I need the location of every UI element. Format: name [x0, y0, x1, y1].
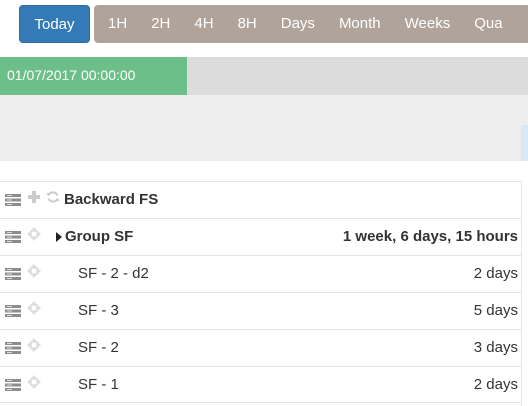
zoom-quarter-button[interactable]: Qua	[462, 5, 514, 43]
caret-right-icon[interactable]	[56, 232, 62, 242]
move-icon[interactable]	[27, 301, 41, 315]
task-name: SF - 3	[78, 302, 119, 319]
move-icon[interactable]	[27, 227, 41, 241]
task-name: SF - 1	[78, 376, 119, 393]
task-row[interactable]: SF - 2 - d2 2 days	[0, 255, 521, 292]
task-name: Group SF	[65, 228, 134, 245]
task-name: Backward FS	[64, 191, 159, 208]
task-row[interactable]: SF - 2 3 days	[0, 329, 521, 366]
zoom-1h-button[interactable]: 1H	[94, 5, 139, 43]
task-name: SF - 2 - d2	[78, 265, 149, 282]
move-icon[interactable]	[27, 375, 41, 389]
current-date-badge: 01/07/2017 00:00:00	[0, 57, 187, 95]
timeline-bar: 01/07/2017 00:00:00	[0, 57, 528, 95]
toolbar: Today 1H 2H 4H 8H Days Month Weeks Qua	[0, 0, 528, 50]
grid-header	[0, 95, 528, 161]
sync-icon[interactable]	[46, 190, 60, 204]
zoom-4h-button[interactable]: 4H	[182, 5, 225, 43]
task-duration: 2 days	[473, 265, 518, 282]
plus-icon[interactable]	[27, 190, 41, 204]
task-duration: 2 days	[473, 376, 518, 393]
zoom-days-button[interactable]: Days	[269, 5, 327, 43]
task-row[interactable]: SF - 3 5 days	[0, 292, 521, 329]
today-button[interactable]: Today	[19, 5, 90, 43]
task-list: Backward FS Group SF 1 week, 6 days, 15 …	[0, 181, 521, 403]
zoom-month-button[interactable]: Month	[327, 5, 393, 43]
zoom-8h-button[interactable]: 8H	[226, 5, 269, 43]
move-icon[interactable]	[27, 264, 41, 278]
task-row[interactable]: SF - 1 2 days	[0, 366, 521, 403]
task-name: SF - 2	[78, 339, 119, 356]
move-icon[interactable]	[27, 338, 41, 352]
drag-handle-icon[interactable]	[5, 268, 21, 280]
grid-divider	[521, 181, 522, 406]
task-duration: 3 days	[473, 339, 518, 356]
drag-handle-icon[interactable]	[5, 194, 21, 206]
drag-handle-icon[interactable]	[5, 305, 21, 317]
drag-handle-icon[interactable]	[5, 231, 21, 243]
zoom-2h-button[interactable]: 2H	[139, 5, 182, 43]
task-row[interactable]: Group SF 1 week, 6 days, 15 hours	[0, 218, 521, 255]
zoom-button-group: 1H 2H 4H 8H Days Month Weeks Qua	[94, 5, 528, 43]
zoom-weeks-button[interactable]: Weeks	[393, 5, 463, 43]
task-duration: 5 days	[473, 302, 518, 319]
gantt-scroll-indicator	[521, 125, 528, 161]
task-row[interactable]: Backward FS	[0, 181, 521, 218]
drag-handle-icon[interactable]	[5, 379, 21, 391]
task-duration: 1 week, 6 days, 15 hours	[342, 228, 518, 245]
drag-handle-icon[interactable]	[5, 342, 21, 354]
